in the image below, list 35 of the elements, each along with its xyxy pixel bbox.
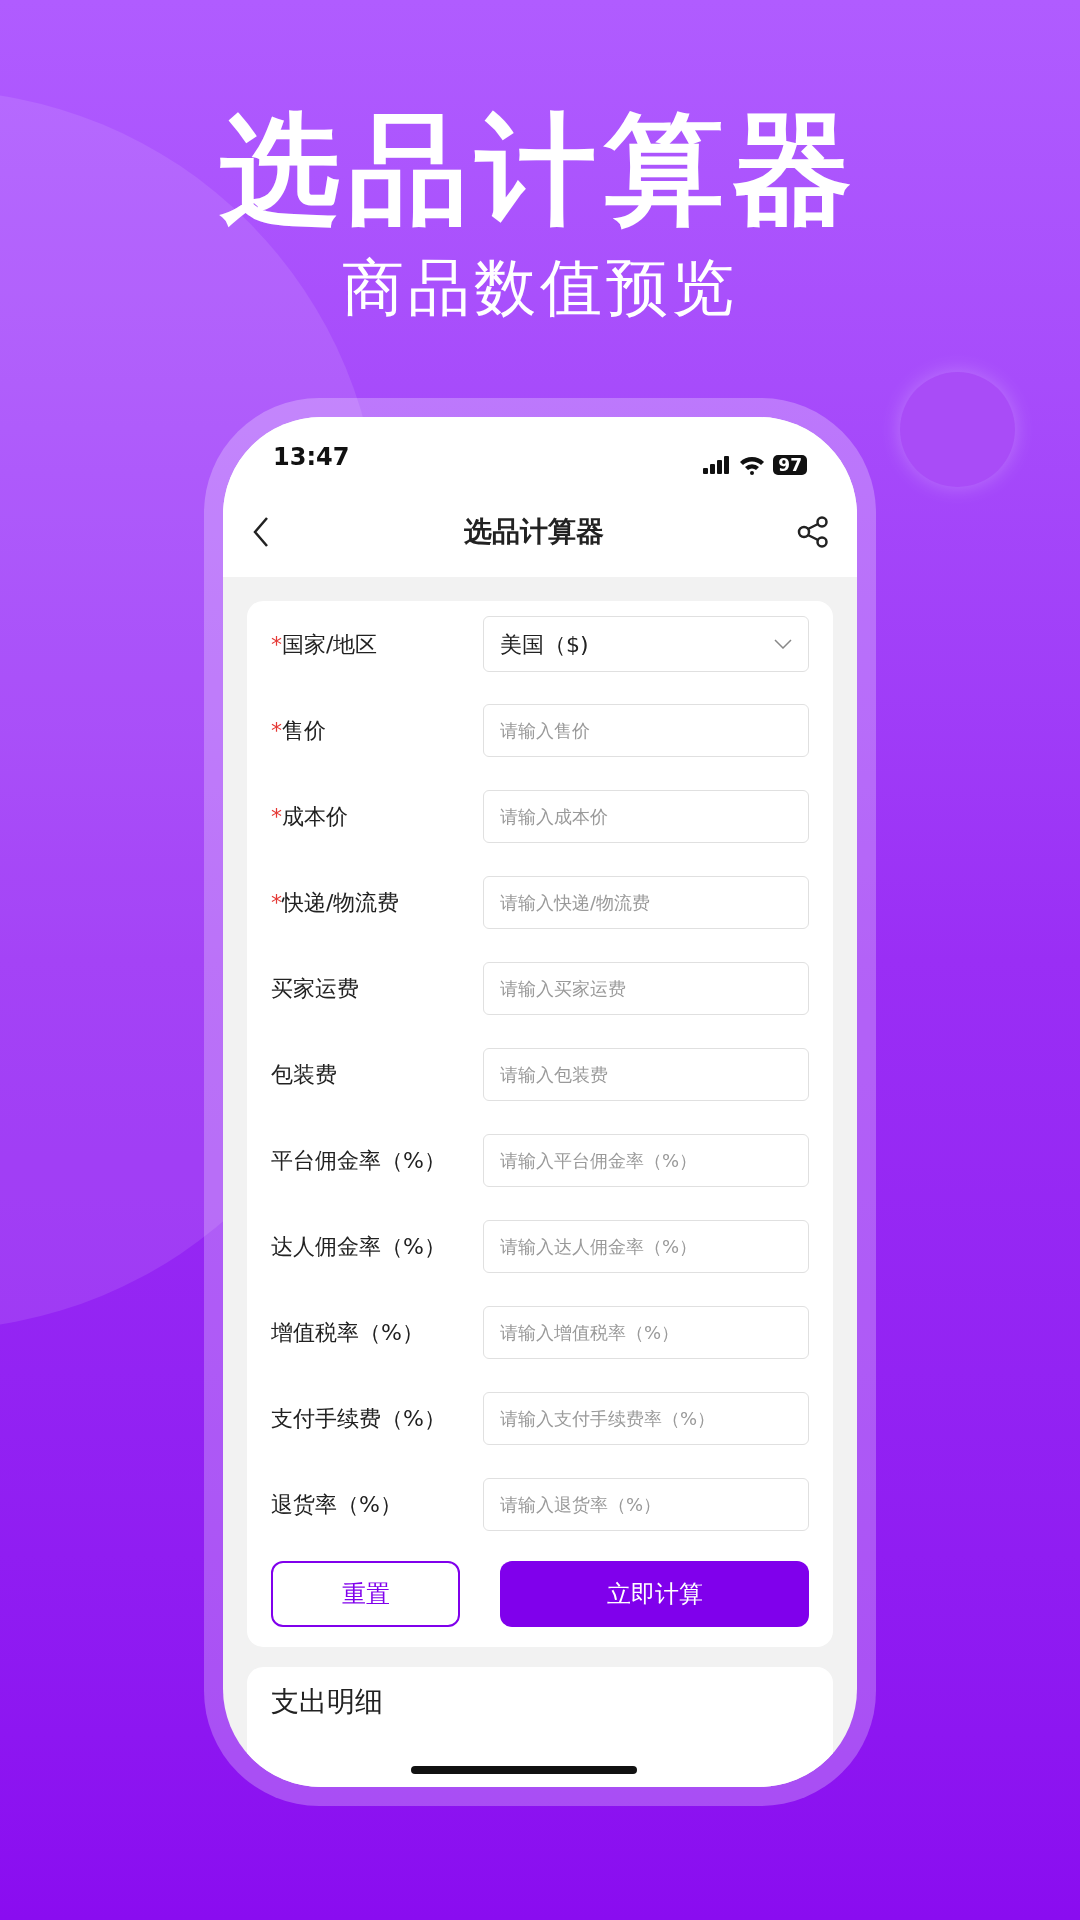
field-label: 平台佣金率（%） <box>271 1146 447 1175</box>
calculate-button[interactable]: 立即计算 <box>500 1561 809 1627</box>
input-field[interactable]: 请输入快递/物流费 <box>483 875 809 929</box>
section-title: 支出明细 <box>271 1685 383 1718</box>
status-time: 13:47 <box>273 442 350 473</box>
field-label: 买家运费 <box>271 974 360 1003</box>
field-label: *售价 <box>271 716 327 745</box>
page-title: 选品计算器 <box>464 514 604 550</box>
field-label: 退货率（%） <box>271 1490 403 1519</box>
input-field[interactable]: 请输入支付手续费率（%） <box>483 1391 809 1445</box>
input-field[interactable]: 请输入买家运费 <box>483 961 809 1015</box>
field-label: 增值税率（%） <box>271 1318 425 1347</box>
country-select[interactable]: 美国（$) <box>483 616 809 672</box>
input-field[interactable]: 请输入包装费 <box>483 1047 809 1101</box>
input-field[interactable]: 请输入达人佣金率（%） <box>483 1219 809 1273</box>
field-label: 达人佣金率（%） <box>271 1232 447 1261</box>
input-field[interactable]: 请输入增值税率（%） <box>483 1305 809 1359</box>
share-icon[interactable] <box>797 516 829 548</box>
field-label: *国家/地区 <box>271 630 379 659</box>
field-label: 包装费 <box>271 1060 338 1089</box>
input-field[interactable]: 请输入平台佣金率（%） <box>483 1133 809 1187</box>
reset-button[interactable]: 重置 <box>271 1561 460 1627</box>
chevron-down-icon <box>774 639 792 649</box>
input-field[interactable]: 请输入成本价 <box>483 789 809 843</box>
field-label: 支付手续费（%） <box>271 1404 447 1433</box>
input-field[interactable]: 请输入售价 <box>483 703 809 757</box>
signal-icon <box>703 456 732 474</box>
back-icon[interactable] <box>251 516 271 548</box>
field-label: *快递/物流费 <box>271 888 401 917</box>
headline: 选品计算器 <box>220 100 860 240</box>
wifi-icon <box>739 455 766 475</box>
input-field[interactable]: 请输入退货率（%） <box>483 1477 809 1531</box>
subheadline: 商品数值预览 <box>342 250 738 326</box>
battery-indicator: 97 <box>773 455 807 475</box>
field-label: *成本价 <box>271 802 349 831</box>
